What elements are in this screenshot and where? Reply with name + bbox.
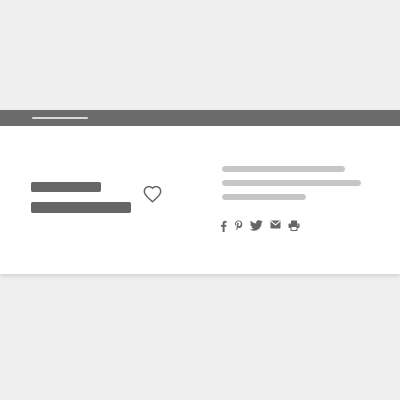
email-icon[interactable]	[270, 220, 281, 232]
heart-icon	[142, 185, 163, 203]
print-icon[interactable]	[288, 220, 300, 232]
description-line-3-placeholder	[222, 194, 306, 200]
card-header-bar	[0, 110, 400, 126]
description-line-2-placeholder	[222, 180, 361, 186]
pinterest-icon[interactable]	[234, 220, 243, 232]
header-tab-indicator[interactable]	[32, 117, 88, 119]
description-line-1-placeholder	[222, 166, 345, 172]
twitter-icon[interactable]	[250, 219, 263, 232]
product-title-placeholder	[31, 182, 101, 192]
favorite-button[interactable]	[142, 185, 163, 203]
facebook-icon[interactable]	[220, 220, 227, 232]
product-subtitle-placeholder	[31, 202, 131, 213]
product-card	[0, 110, 400, 274]
share-bar	[220, 219, 307, 232]
